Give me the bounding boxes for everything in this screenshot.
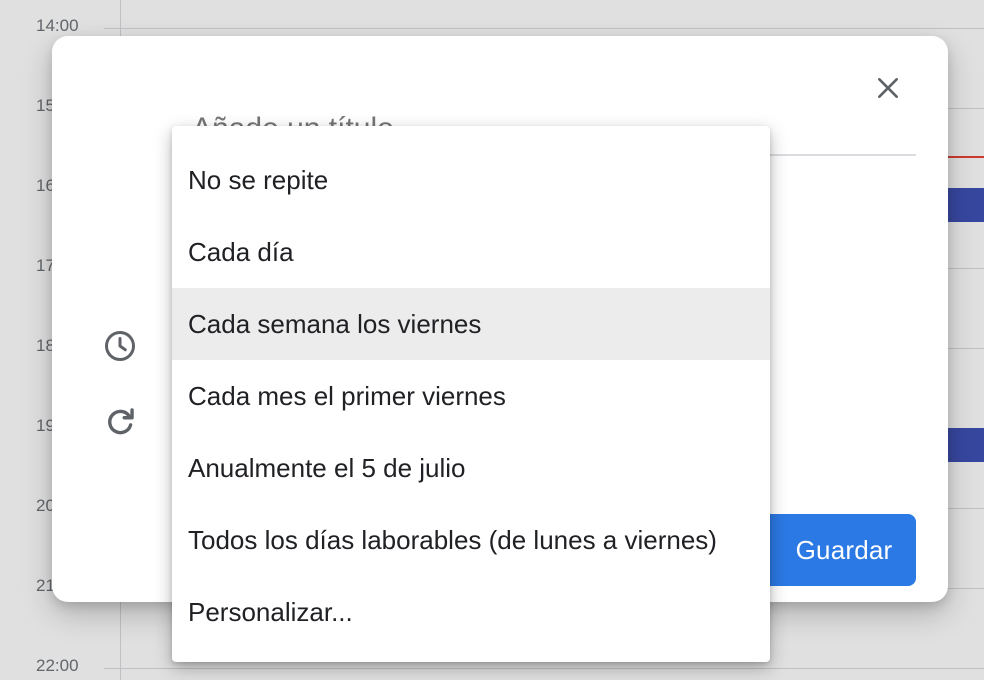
repeat-icon (100, 402, 140, 442)
menu-item-no-repeat[interactable]: No se repite (172, 144, 770, 216)
menu-item-weekdays[interactable]: Todos los días laborables (de lunes a vi… (172, 504, 770, 576)
recurrence-dropdown-menu: No se repite Cada día Cada semana los vi… (172, 126, 770, 662)
close-icon (878, 78, 898, 98)
menu-item-weekly[interactable]: Cada semana los viernes (172, 288, 770, 360)
menu-item-monthly[interactable]: Cada mes el primer viernes (172, 360, 770, 432)
menu-item-daily[interactable]: Cada día (172, 216, 770, 288)
menu-item-custom[interactable]: Personalizar... (172, 576, 770, 648)
menu-item-yearly[interactable]: Anualmente el 5 de julio (172, 432, 770, 504)
clock-icon (100, 326, 140, 366)
